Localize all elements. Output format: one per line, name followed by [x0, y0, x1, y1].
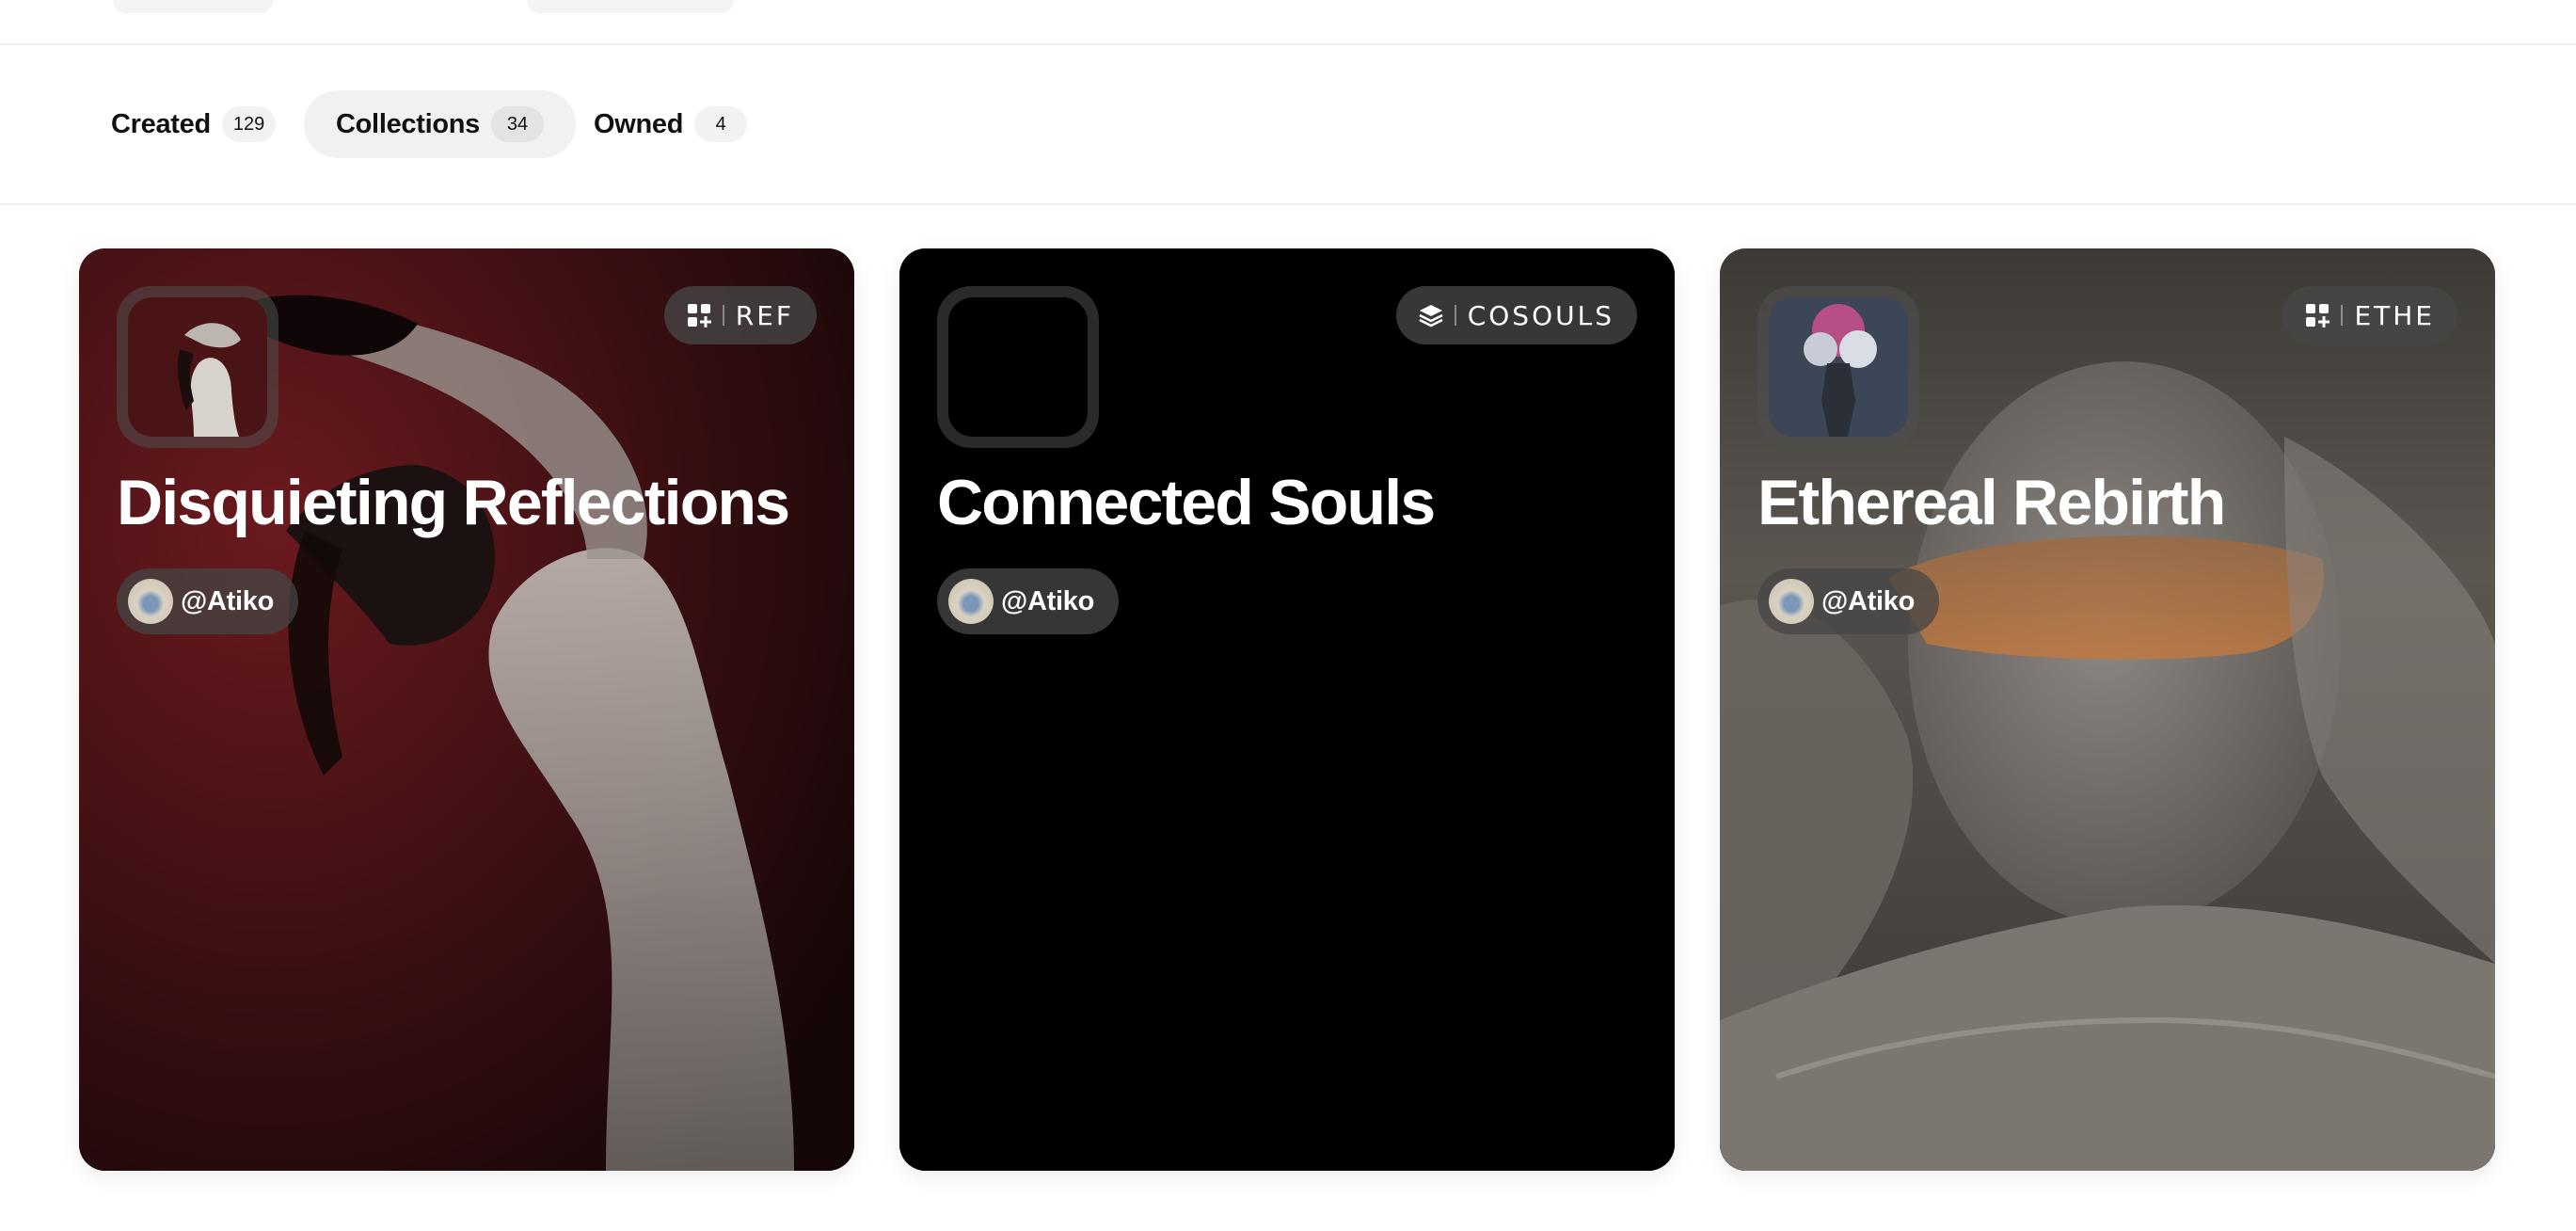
layers-icon [1419, 303, 1443, 328]
collection-thumbnail [937, 286, 1099, 448]
collection-symbol-badge: ETHE [2282, 286, 2457, 344]
badge-separator [1454, 305, 1456, 326]
creator-name: @Atiko [1001, 585, 1094, 616]
avatar [1769, 579, 1814, 624]
collection-title: Connected Souls [937, 467, 1436, 538]
collection-card-ethereal-rebirth[interactable]: ETHE Ethereal Rebirth @Atiko [1720, 248, 2495, 1171]
header-ghost-element [527, 0, 734, 13]
tab-created[interactable]: Created 129 [79, 90, 308, 158]
creator-chip[interactable]: @Atiko [117, 568, 298, 634]
badge-text: REF [735, 299, 794, 331]
collection-card-connected-souls[interactable]: COSOULS Connected Souls @Atiko [899, 248, 1675, 1171]
collection-symbol-badge: COSOULS [1395, 286, 1637, 344]
thumbnail-image [128, 297, 267, 437]
collection-title: Ethereal Rebirth [1757, 467, 2226, 538]
tab-count-badge: 34 [491, 106, 544, 142]
thumbnail-image [948, 297, 1088, 437]
badge-separator [2341, 305, 2344, 326]
tab-count-badge: 4 [694, 106, 748, 142]
tab-label: Collections [336, 108, 480, 139]
tab-count-badge: 129 [221, 106, 277, 142]
tab-label: Created [111, 108, 211, 139]
header-ghost-element [113, 0, 273, 13]
grid-plus-icon [2305, 303, 2330, 328]
creator-chip[interactable]: @Atiko [1757, 568, 1939, 634]
creator-name: @Atiko [181, 585, 274, 616]
badge-text: ETHE [2354, 299, 2435, 331]
collection-card-disquieting-reflections[interactable]: REF Disquieting Reflections @Atiko [79, 248, 854, 1171]
collection-title: Disquieting Reflections [117, 467, 790, 538]
tab-label: Owned [594, 108, 684, 139]
profile-tabs: Created 129 Collections 34 Owned 4 [0, 45, 2576, 205]
tab-owned[interactable]: Owned 4 [562, 90, 779, 158]
avatar [128, 579, 173, 624]
top-header-strip [0, 0, 2576, 45]
creator-chip[interactable]: @Atiko [937, 568, 1119, 634]
collection-thumbnail [117, 286, 278, 448]
creator-name: @Atiko [1821, 585, 1915, 616]
thumbnail-image [1769, 297, 1908, 437]
avatar [948, 579, 994, 624]
grid-plus-icon [687, 303, 711, 328]
tab-collections[interactable]: Collections 34 [304, 90, 576, 158]
badge-separator [722, 305, 724, 326]
collection-thumbnail [1757, 286, 1919, 448]
collection-symbol-badge: REF [663, 286, 817, 344]
badge-text: COSOULS [1467, 299, 1614, 331]
